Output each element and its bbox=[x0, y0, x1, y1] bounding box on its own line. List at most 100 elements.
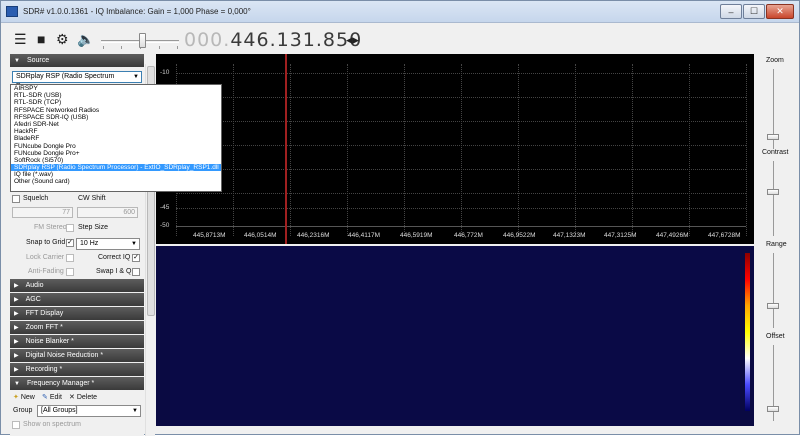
new-button[interactable]: ✦ New bbox=[13, 393, 35, 401]
title-bar[interactable]: SDR# v1.0.0.1361 - IQ Imbalance: Gain = … bbox=[1, 1, 799, 23]
spectrum-grid-line bbox=[575, 64, 576, 236]
speaker-icon[interactable]: 🔈 bbox=[77, 32, 94, 46]
lock-carrier-label: Lock Carrier bbox=[26, 254, 65, 261]
section-label: Digital Noise Reduction * bbox=[25, 352, 104, 359]
expand-arrow-icon: ▶ bbox=[14, 283, 19, 289]
swap-iq-checkbox[interactable] bbox=[132, 268, 140, 276]
waterfall-display[interactable] bbox=[156, 246, 754, 426]
snap-to-grid-checkbox[interactable]: ✓ bbox=[66, 239, 74, 247]
edit-button[interactable]: ✎ Edit bbox=[42, 393, 62, 401]
range-slider-thumb[interactable] bbox=[767, 303, 779, 309]
delete-label: Delete bbox=[76, 394, 98, 401]
window-title: SDR# v1.0.0.1361 - IQ Imbalance: Gain = … bbox=[23, 7, 251, 16]
section-label: Zoom FFT * bbox=[25, 324, 63, 331]
offset-label: Offset bbox=[766, 333, 785, 340]
x-axis-label: 447,6728M bbox=[708, 232, 741, 239]
source-option[interactable]: SoftRock (Si570) bbox=[11, 157, 221, 164]
x-axis-label: 446,4117M bbox=[348, 232, 381, 239]
spectrum-grid-line bbox=[746, 64, 747, 236]
section-agc[interactable]: ▶ AGC bbox=[10, 293, 144, 306]
tuning-frequency-marker[interactable] bbox=[285, 54, 287, 244]
spectrum-analyzer[interactable]: -10 -45 -50 445,8713M 446,0514M 446,2316… bbox=[156, 54, 754, 244]
source-option[interactable]: FUNcube Dongle Pro+ bbox=[11, 150, 221, 157]
source-option[interactable]: Afedri SDR-Net bbox=[11, 121, 221, 128]
spectrum-grid-line bbox=[404, 64, 405, 236]
contrast-label: Contrast bbox=[762, 149, 789, 156]
range-slider[interactable] bbox=[773, 253, 774, 328]
source-option-selected[interactable]: SDRplay RSP (Radio Spectrum Processor) -… bbox=[11, 164, 221, 172]
source-option[interactable]: RFSPACE Networked Radios bbox=[11, 107, 221, 114]
step-size-label: Step Size bbox=[78, 224, 108, 231]
section-audio[interactable]: ▶ Audio bbox=[10, 279, 144, 292]
cw-shift-input[interactable]: 600 bbox=[77, 207, 138, 218]
source-option[interactable]: RTL-SDR (USB) bbox=[11, 92, 221, 99]
anti-fading-label: Anti-Fading bbox=[28, 268, 64, 275]
zoom-label: Zoom bbox=[766, 57, 784, 64]
zoom-slider-thumb[interactable] bbox=[767, 134, 779, 140]
spectrum-grid-line bbox=[233, 64, 234, 236]
delete-icon: ✕ bbox=[69, 394, 75, 401]
snap-to-grid-label: Snap to Grid bbox=[26, 239, 66, 246]
x-axis-label: 445,8713M bbox=[193, 232, 226, 239]
range-label: Range bbox=[766, 241, 787, 248]
source-option[interactable]: HackRF bbox=[11, 128, 221, 135]
contrast-slider-thumb[interactable] bbox=[767, 189, 779, 195]
frequency-step-arrows-icon[interactable]: ◂▸ bbox=[346, 32, 359, 48]
step-size-value: 10 Hz bbox=[80, 240, 99, 247]
section-frequency-manager[interactable]: ▼ Frequency Manager * bbox=[10, 377, 144, 390]
section-recording[interactable]: ▶ Recording * bbox=[10, 363, 144, 376]
close-button[interactable]: ✕ bbox=[766, 4, 794, 19]
source-option[interactable]: BladeRF bbox=[11, 135, 221, 142]
fm-stereo-checkbox[interactable] bbox=[66, 224, 74, 232]
section-label: FFT Display bbox=[25, 310, 64, 317]
x-axis-label: 446,2316M bbox=[297, 232, 330, 239]
source-option[interactable]: RFSPACE SDR-IQ (USB) bbox=[11, 114, 221, 121]
x-axis-label: 447,3125M bbox=[604, 232, 637, 239]
group-select-value: [All Groups] bbox=[41, 407, 78, 414]
waterfall-color-scale bbox=[745, 253, 750, 411]
lock-carrier-checkbox[interactable] bbox=[66, 254, 74, 262]
source-option[interactable]: RTL-SDR (TCP) bbox=[11, 99, 221, 106]
app-icon bbox=[6, 6, 18, 17]
maximize-button[interactable]: ☐ bbox=[743, 4, 765, 19]
section-digital-noise-reduction[interactable]: ▶ Digital Noise Reduction * bbox=[10, 349, 144, 362]
gear-icon[interactable]: ⚙ bbox=[56, 32, 69, 46]
x-axis-label: 446,0514M bbox=[244, 232, 277, 239]
volume-slider-thumb[interactable] bbox=[139, 33, 146, 48]
section-fft-display[interactable]: ▶ FFT Display bbox=[10, 307, 144, 320]
source-option[interactable]: AIRSPY bbox=[11, 85, 221, 92]
section-label: Audio bbox=[25, 282, 44, 289]
section-zoom-fft[interactable]: ▶ Zoom FFT * bbox=[10, 321, 144, 334]
spectrum-grid-line bbox=[347, 64, 348, 236]
expand-arrow-icon: ▶ bbox=[14, 297, 19, 303]
frequency-display[interactable]: 000.446.131.850 bbox=[184, 29, 362, 51]
step-size-select[interactable]: 10 Hz ▼ bbox=[76, 238, 140, 250]
section-noise-blanker[interactable]: ▶ Noise Blanker * bbox=[10, 335, 144, 348]
section-source[interactable]: ▼ Source bbox=[10, 54, 144, 67]
chevron-down-icon: ▼ bbox=[131, 241, 137, 247]
application-window: SDR# v1.0.0.1361 - IQ Imbalance: Gain = … bbox=[0, 0, 800, 436]
offset-slider-thumb[interactable] bbox=[767, 406, 779, 412]
delete-button[interactable]: ✕ Delete bbox=[69, 393, 97, 401]
source-dropdown-list[interactable]: AIRSPY RTL-SDR (USB) RTL-SDR (TCP) RFSPA… bbox=[10, 84, 222, 192]
correct-iq-checkbox[interactable]: ✓ bbox=[132, 254, 140, 262]
frequency-value[interactable]: 446.131.850 bbox=[230, 29, 362, 51]
source-select[interactable]: SDRplay RSP (Radio Spectrum Processor▼ bbox=[12, 71, 142, 90]
squelch-label: Squelch bbox=[23, 195, 49, 202]
fm-stereo-label: FM Stereo bbox=[34, 224, 67, 231]
chevron-down-icon: ▼ bbox=[132, 408, 138, 414]
source-option[interactable]: Other (Sound card) bbox=[11, 178, 221, 185]
anti-fading-checkbox[interactable] bbox=[66, 268, 74, 276]
stop-icon[interactable]: ■ bbox=[37, 32, 45, 46]
show-on-spectrum-checkbox[interactable] bbox=[12, 421, 20, 429]
contrast-slider[interactable] bbox=[773, 161, 774, 236]
minimize-button[interactable]: ‒ bbox=[720, 4, 742, 19]
source-option[interactable]: IQ file (*.wav) bbox=[11, 171, 221, 178]
group-select[interactable]: [All Groups] ▼ bbox=[37, 405, 141, 417]
squelch-input[interactable]: 77 bbox=[12, 207, 73, 218]
spectrum-grid-line bbox=[461, 64, 462, 236]
squelch-checkbox[interactable] bbox=[12, 195, 20, 203]
hamburger-icon[interactable]: ☰ bbox=[14, 32, 27, 46]
waterfall-area bbox=[170, 246, 740, 426]
source-option[interactable]: FUNcube Dongle Pro bbox=[11, 143, 221, 150]
